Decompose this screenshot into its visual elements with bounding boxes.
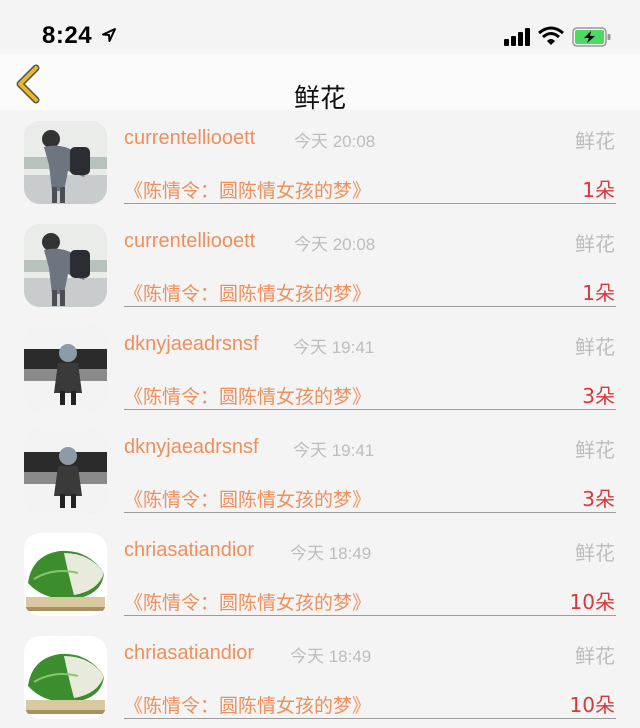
gift-count: 10朵 [569, 693, 615, 717]
divider [124, 512, 616, 513]
timestamp: 今天 19:41 [293, 338, 375, 357]
gift-count: 3朵 [582, 384, 615, 408]
username[interactable]: chriasatiandior [124, 642, 254, 665]
list-item[interactable]: chriasatiandior 今天 18:49 鲜花 《陈情令：圆陈情女孩的梦… [0, 625, 640, 728]
book-title[interactable]: 《陈情令：圆陈情女孩的梦》 [124, 588, 371, 615]
gift-count: 3朵 [582, 487, 615, 511]
timestamp: 今天 20:08 [294, 235, 376, 254]
avatar[interactable] [24, 224, 107, 307]
gift-record-list: currentellioo​ett 今天 20:08 鲜花 《陈情令：圆陈情女孩… [0, 110, 640, 728]
gift-count: 10朵 [569, 590, 615, 614]
gift-type-label: 鲜花 [575, 644, 615, 668]
gift-type-label: 鲜花 [575, 438, 615, 462]
book-title[interactable]: 《陈情令：圆陈情女孩的梦》 [124, 485, 371, 512]
location-arrow-icon [102, 28, 116, 42]
divider [124, 718, 616, 719]
divider [124, 409, 616, 410]
gift-type-label: 鲜花 [575, 541, 615, 565]
avatar[interactable] [24, 121, 107, 204]
book-title[interactable]: 《陈情令：圆陈情女孩的梦》 [124, 691, 371, 718]
gift-type-label: 鲜花 [575, 232, 615, 256]
username[interactable]: dknyjaeadrsnsf [124, 333, 259, 356]
book-title[interactable]: 《陈情令：圆陈情女孩的梦》 [124, 176, 371, 203]
username[interactable]: dknyjaeadrsnsf [124, 436, 259, 459]
status-time: 8:24 [42, 22, 93, 49]
username[interactable]: chriasatiandior [124, 539, 254, 562]
list-item[interactable]: dknyjaeadrsnsf 今天 19:41 鲜花 《陈情令：圆陈情女孩的梦》… [0, 419, 640, 522]
divider [124, 203, 616, 204]
book-title[interactable]: 《陈情令：圆陈情女孩的梦》 [124, 279, 371, 306]
gift-count: 1朵 [582, 178, 615, 202]
username[interactable]: currentellioo​ett [124, 230, 255, 253]
list-item[interactable]: currentellioo​ett 今天 20:08 鲜花 《陈情令：圆陈情女孩… [0, 110, 640, 213]
list-item[interactable]: dknyjaeadrsnsf 今天 19:41 鲜花 《陈情令：圆陈情女孩的梦》… [0, 316, 640, 419]
divider [124, 615, 616, 616]
avatar[interactable] [24, 327, 107, 410]
book-title[interactable]: 《陈情令：圆陈情女孩的梦》 [124, 382, 371, 409]
username[interactable]: currentellioo​ett [124, 127, 255, 150]
status-bar: 8:24 [0, 0, 640, 54]
timestamp: 今天 19:41 [293, 441, 375, 460]
gift-count: 1朵 [582, 281, 615, 305]
timestamp: 今天 18:49 [290, 647, 372, 666]
timestamp: 今天 18:49 [290, 544, 372, 563]
signal-icon [504, 28, 530, 46]
avatar[interactable] [24, 430, 107, 513]
wifi-icon [538, 26, 564, 45]
gift-type-label: 鲜花 [575, 129, 615, 153]
list-item[interactable]: currentellioo​ett 今天 20:08 鲜花 《陈情令：圆陈情女孩… [0, 213, 640, 316]
timestamp: 今天 20:08 [294, 132, 376, 151]
gift-type-label: 鲜花 [575, 335, 615, 359]
list-item[interactable]: chriasatiandior 今天 18:49 鲜花 《陈情令：圆陈情女孩的梦… [0, 522, 640, 625]
battery-charging-icon [572, 27, 611, 47]
divider [124, 306, 616, 307]
avatar[interactable] [24, 533, 107, 616]
nav-bar: 鲜花 [0, 54, 640, 114]
avatar[interactable] [24, 636, 107, 719]
